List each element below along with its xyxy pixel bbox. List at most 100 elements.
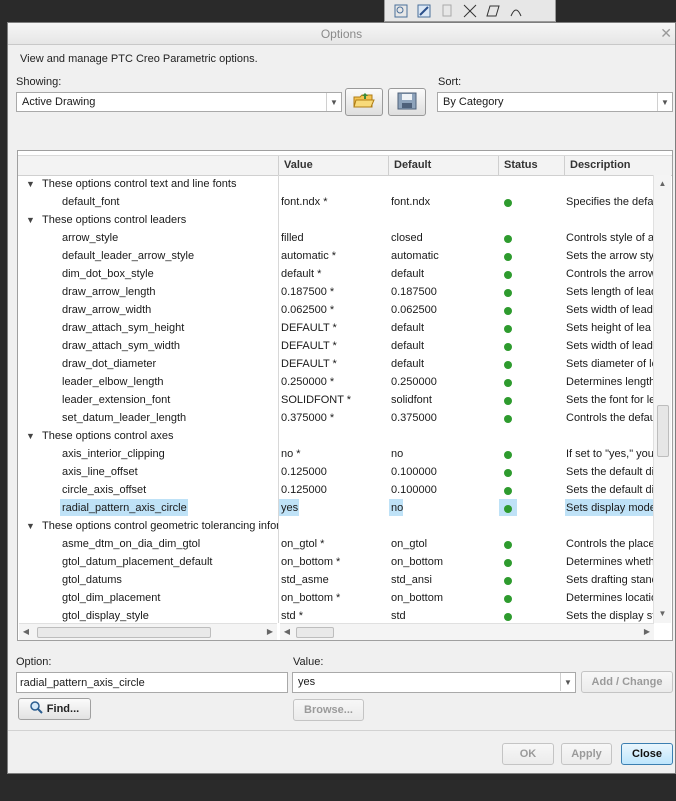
option-name: arrow_style [62,232,119,244]
table-row[interactable]: draw_arrow_length 0.187500 * 0.187500 Sets … [18,283,654,301]
chevron-down-icon[interactable]: ▼ [657,93,672,111]
table-row[interactable]: axis_line_offset 0.125000 0.100000 Sets the… [18,463,654,481]
table-row[interactable]: gtol_datum_placement_default on_bottom * o… [18,553,654,571]
option-value: 0.375000 * [281,412,335,424]
trim-icon[interactable] [460,3,480,19]
group-row[interactable]: ▼ These options control axes [18,427,654,445]
table-row[interactable]: circle_axis_offset 0.125000 0.100000 Sets t… [18,481,654,499]
group-name: These options control leaders [42,214,187,226]
table-row[interactable]: leader_extension_font SOLIDFONT * solidfon… [18,391,654,409]
table-row[interactable]: gtol_display_style std * std Sets the displ… [18,607,654,623]
vertical-scrollbar[interactable]: ▲ ▼ [653,175,671,623]
browse-button[interactable]: Browse... [293,699,364,721]
find-button-label: Find... [46,703,80,715]
divider [8,730,675,731]
option-name: leader_elbow_length [62,376,164,388]
option-default: default [391,268,425,280]
collapse-triangle-icon[interactable]: ▼ [26,431,35,441]
add-change-button[interactable]: Add / Change [581,671,673,693]
option-description: Controls the place [566,538,654,550]
sort-select[interactable]: By Category ▼ [437,92,673,112]
option-value: std * [281,610,304,622]
chevron-down-icon[interactable]: ▼ [560,673,575,691]
name-horizontal-scrollbar[interactable]: ◀ ▶ [19,623,277,640]
scroll-left-icon[interactable]: ◀ [280,624,294,640]
chevron-down-icon[interactable]: ▼ [326,93,341,111]
table-row[interactable]: leader_elbow_length 0.250000 * 0.250000 Det… [18,373,654,391]
option-value: DEFAULT * [281,358,337,370]
ok-button[interactable]: OK [502,743,554,765]
showing-label: Showing: [16,76,62,88]
table-row[interactable]: axis_interior_clipping no * no If set to "y… [18,445,654,463]
open-config-button[interactable] [345,88,383,116]
save-config-button[interactable] [388,88,426,116]
collapse-triangle-icon[interactable]: ▼ [26,521,35,531]
option-default: no [391,448,404,460]
group-row[interactable]: ▼ These options control text and line fon… [18,175,654,193]
option-name: axis_interior_clipping [62,448,165,460]
copy-icon[interactable] [437,3,457,19]
table-row[interactable]: draw_dot_diameter DEFAULT * default Sets di… [18,355,654,373]
value-select[interactable]: yes ▼ [292,672,576,693]
option-name: draw_attach_sym_height [62,322,185,334]
scroll-thumb[interactable] [296,627,334,638]
column-header-status[interactable]: Status [504,159,538,171]
option-label: Option: [16,656,52,668]
arc-icon[interactable] [506,3,526,19]
option-description: Controls style of a [566,232,654,244]
column-divider[interactable] [278,156,279,175]
column-divider[interactable] [564,156,565,175]
option-value: default * [281,268,322,280]
table-row[interactable]: asme_dtm_on_dia_dim_gtol on_gtol * on_gtol… [18,535,654,553]
table-row[interactable]: default_font font.ndx * font.ndx Specifies … [18,193,654,211]
option-description: Sets the font for le [566,394,654,406]
table-row[interactable]: draw_attach_sym_width DEFAULT * default Set… [18,337,654,355]
table-row[interactable]: default_leader_arrow_style automatic * aut… [18,247,654,265]
table-row[interactable]: gtol_datums std_asme std_ansi Sets drafting… [18,571,654,589]
table-row[interactable]: gtol_dim_placement on_bottom * on_bottom De… [18,589,654,607]
status-ok-icon [504,343,512,351]
column-header-description[interactable]: Description [570,159,631,171]
status-ok-icon [504,487,512,495]
column-divider[interactable] [498,156,499,175]
scroll-left-icon[interactable]: ◀ [19,624,33,640]
table-row[interactable]: draw_arrow_width 0.062500 * 0.062500 Sets w… [18,301,654,319]
find-button[interactable]: Find... [18,698,91,720]
group-row[interactable]: ▼ These options control leaders [18,211,654,229]
zoom-icon[interactable] [391,3,411,19]
scroll-right-icon[interactable]: ▶ [640,624,654,640]
group-row[interactable]: ▼ These options control geometric toleran… [18,517,654,535]
status-ok-icon [504,199,512,207]
folder-open-icon [353,92,375,113]
option-default: 0.062500 [391,304,437,316]
option-name: set_datum_leader_length [62,412,187,424]
close-icon[interactable]: ✕ [660,25,672,42]
option-description: Sets drafting stand [566,574,654,586]
sketch-icon[interactable] [414,3,434,19]
table-row[interactable]: arrow_style filled closed Controls style of… [18,229,654,247]
table-row[interactable]: draw_attach_sym_height DEFAULT * default Se… [18,319,654,337]
collapse-triangle-icon[interactable]: ▼ [26,179,35,189]
option-default: default [391,358,425,370]
scroll-up-icon[interactable]: ▲ [654,177,671,191]
table-row[interactable]: set_datum_leader_length 0.375000 * 0.37500… [18,409,654,427]
scroll-right-icon[interactable]: ▶ [263,624,277,640]
option-input[interactable]: radial_pattern_axis_circle [16,672,288,693]
collapse-triangle-icon[interactable]: ▼ [26,215,35,225]
parallelogram-icon[interactable] [483,3,503,19]
scroll-thumb[interactable] [37,627,211,638]
apply-button[interactable]: Apply [561,743,612,765]
option-description: Sets the display st [566,610,654,622]
scroll-thumb[interactable] [657,405,669,457]
scroll-down-icon[interactable]: ▼ [654,607,671,621]
table-row[interactable]: radial_pattern_axis_circle yes no Sets disp… [18,499,654,517]
column-header-value[interactable]: Value [284,159,313,171]
showing-select[interactable]: Active Drawing ▼ [16,92,342,112]
column-header-default[interactable]: Default [394,159,431,171]
values-horizontal-scrollbar[interactable]: ◀ ▶ [280,623,654,640]
close-button[interactable]: Close [621,743,673,765]
option-description: Determines wheth [566,556,654,568]
column-divider[interactable] [388,156,389,175]
background-toolbar [384,0,556,22]
table-row[interactable]: dim_dot_box_style default * default Control… [18,265,654,283]
